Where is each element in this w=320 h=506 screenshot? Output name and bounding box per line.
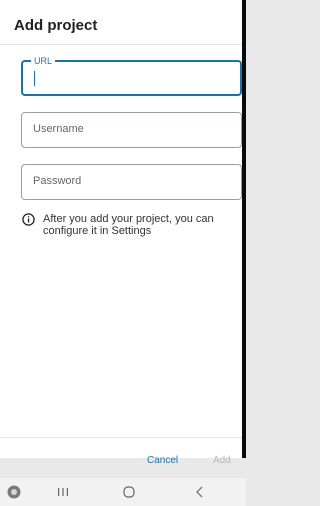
system-navigation-bar [0,478,246,506]
screen-edge [242,0,246,458]
add-button[interactable]: Add [213,455,231,466]
text-cursor [34,71,35,86]
password-field[interactable]: Password [21,164,242,200]
header-divider [0,44,246,45]
add-project-dialog: Add project URL Username Password After … [0,0,246,466]
cancel-button[interactable]: Cancel [147,455,178,466]
url-field[interactable]: URL [21,55,242,96]
back-icon[interactable] [194,484,206,500]
dialog-title: Add project [14,17,98,34]
app-icon[interactable] [6,484,22,500]
info-text: After you add your project, you can conf… [43,213,214,237]
info-icon [22,213,35,226]
username-field[interactable]: Username [21,112,242,148]
recents-icon[interactable] [56,484,70,500]
home-icon[interactable] [122,484,136,500]
url-field-label: URL [31,55,56,67]
password-placeholder: Password [33,175,82,187]
footer-divider [0,437,246,438]
username-placeholder: Username [33,123,84,135]
